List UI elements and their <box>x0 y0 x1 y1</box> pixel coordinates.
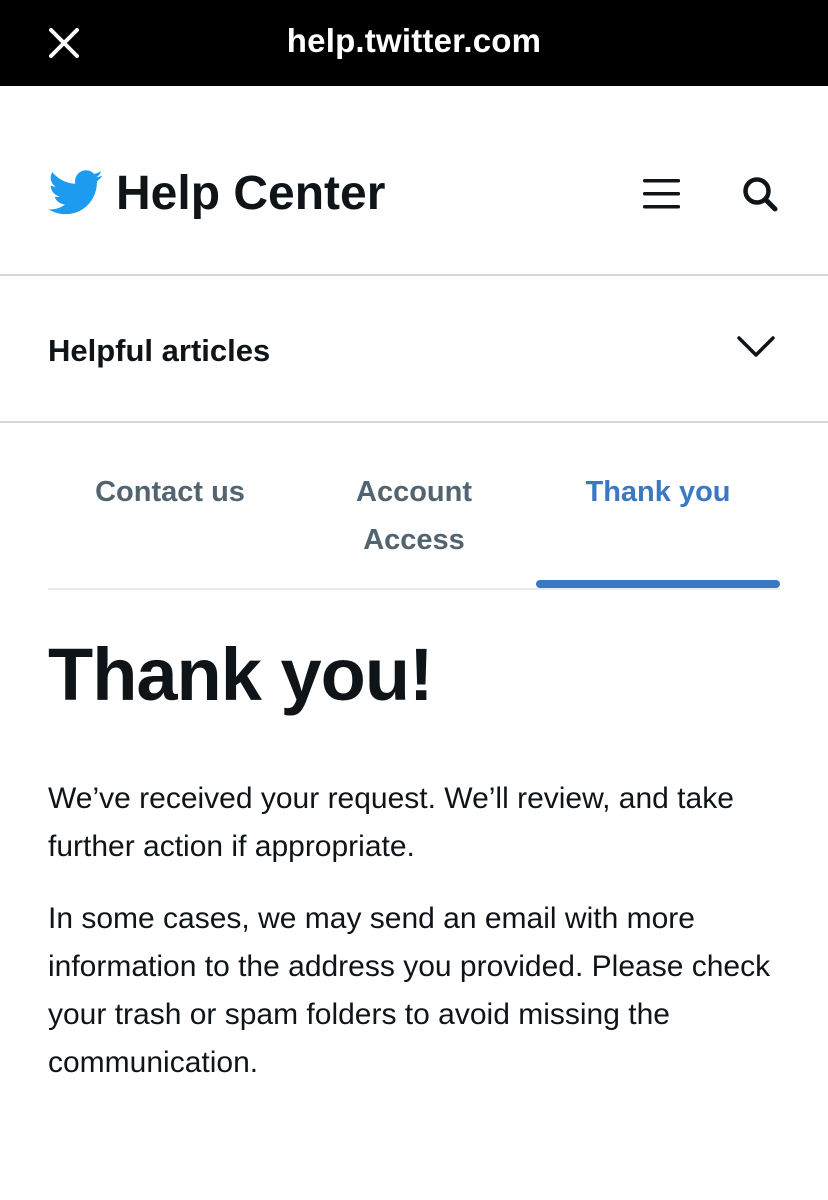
page-title: Thank you! <box>48 633 434 716</box>
site-header: Help Center <box>0 86 828 276</box>
helpful-articles-label: Helpful articles <box>48 333 271 368</box>
browser-url: help.twitter.com <box>286 22 542 59</box>
tab-label-line1: Account <box>356 476 472 508</box>
breadcrumb-tabs: Contact us Account Access Thank you <box>48 424 780 590</box>
tab-thank-you[interactable]: Thank you <box>536 468 780 516</box>
helpful-articles-dropdown[interactable]: Helpful articles <box>0 277 828 423</box>
search-icon[interactable] <box>740 174 780 214</box>
email-info-paragraph: In some cases, we may send an email with… <box>48 902 771 1079</box>
active-tab-indicator <box>536 580 780 588</box>
site-title[interactable]: Help Center <box>116 166 385 221</box>
tab-label: Thank you <box>585 476 731 508</box>
twitter-bird-icon[interactable] <box>48 170 104 216</box>
chevron-down-icon <box>737 336 775 357</box>
tab-label: Contact us <box>95 476 245 508</box>
browser-top-bar: help.twitter.com <box>0 0 828 86</box>
tab-contact-us[interactable]: Contact us <box>48 468 292 516</box>
tab-account-access[interactable]: Account Access <box>292 468 536 564</box>
hamburger-menu-icon[interactable] <box>640 176 684 212</box>
tab-label-line2: Access <box>363 524 465 556</box>
confirmation-paragraph: We’ve received your request. We’ll revie… <box>48 782 734 863</box>
